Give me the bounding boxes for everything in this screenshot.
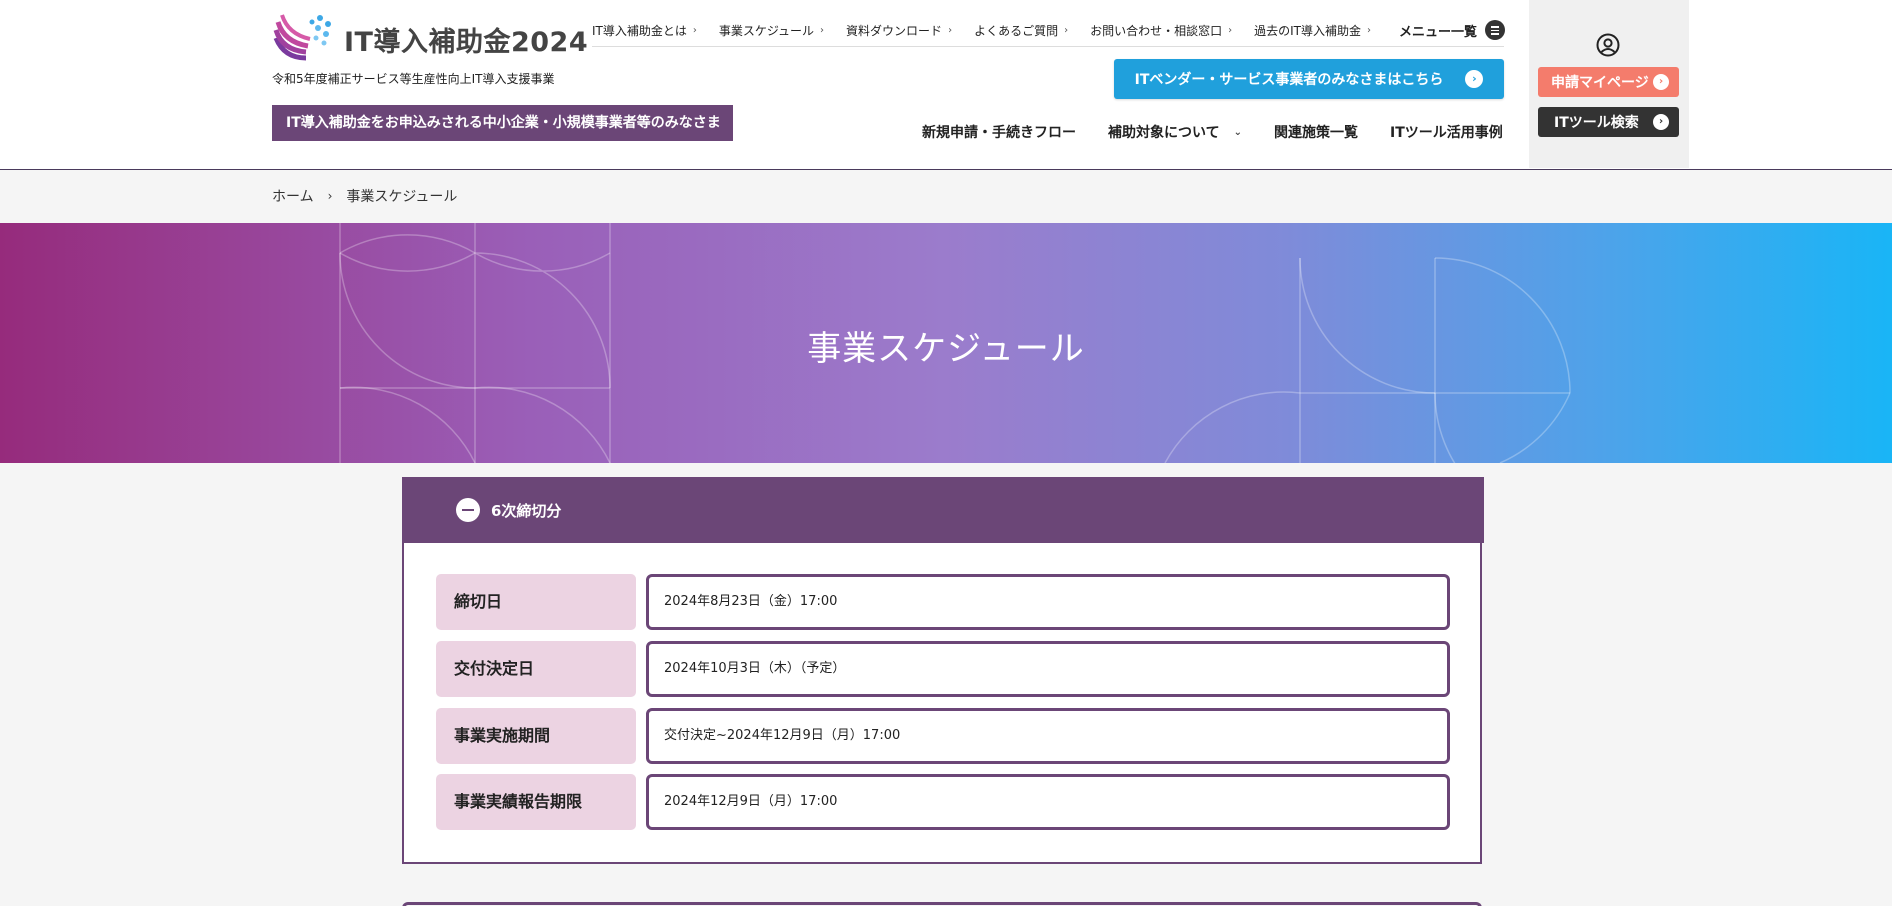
topnav-divider [592,46,1504,47]
schedule-row: 事業実績報告期限 2024年12月9日（月）17:00 [436,774,1452,830]
chevron-right-icon: › [327,189,333,203]
chevron-down-icon: ⌄ [1233,126,1242,138]
hero-banner: 事業スケジュール [0,223,1892,463]
mainnav-label: 関連施策一覧 [1273,125,1358,141]
arrow-right-icon: › [1653,114,1669,130]
topnav-item-faq[interactable]: よくあるご質問 › [974,22,1068,39]
site-subtitle: 令和5年度補正サービス等生産性向上IT導入支援事業 [272,72,555,86]
chevron-right-icon: › [692,24,697,36]
collapse-minus-icon [456,498,480,522]
chevron-right-icon: › [1064,24,1069,36]
tool-search-button[interactable]: ITツール検索 › [1538,107,1679,137]
menu-all-button[interactable]: メニュー一覧 [1399,20,1505,40]
site-header: IT導入補助金2024 令和5年度補正サービス等生産性向上IT導入支援事業 IT… [0,0,1892,170]
vendor-button[interactable]: ITベンダー・サービス事業者のみなさまはこちら › [1114,59,1504,99]
schedule-row: 事業実施期間 交付決定~2024年12月9日（月）17:00 [436,708,1452,764]
schedule-row-value: 交付決定~2024年12月9日（月）17:00 [646,708,1450,764]
schedule-row-value: 2024年12月9日（月）17:00 [646,774,1450,830]
logo-globe-icon [273,14,331,61]
schedule-row-value: 2024年8月23日（金）17:00 [646,574,1450,630]
breadcrumb-current: 事業スケジュール [346,189,458,205]
schedule-row: 締切日 2024年8月23日（金）17:00 [436,574,1452,630]
user-account-icon[interactable] [1596,33,1620,57]
mainnav-item-related-policies[interactable]: 関連施策一覧 [1274,122,1358,142]
schedule-card: 6次締切分 締切日 2024年8月23日（金）17:00 交付決定日 2024年… [402,477,1484,864]
tool-search-label: ITツール検索 [1554,115,1639,131]
topnav-item-past[interactable]: 過去のIT導入補助金 › [1254,22,1371,39]
schedule-accordion-toggle[interactable]: 6次締切分 [404,477,1484,543]
chevron-right-icon: › [948,24,953,36]
breadcrumb: ホーム › 事業スケジュール [272,186,457,206]
breadcrumb-home[interactable]: ホーム [272,186,314,206]
topnav-item-about[interactable]: IT導入補助金とは › [592,22,697,39]
topnav-label: よくあるご質問 [974,23,1059,38]
site-logo[interactable]: IT導入補助金2024 [272,8,588,64]
vendor-button-label: ITベンダー・サービス事業者のみなさまはこちら [1134,72,1444,88]
menu-all-label: メニュー一覧 [1398,24,1477,40]
mainnav-label: 新規申請・手続きフロー [922,125,1076,141]
topnav-item-downloads[interactable]: 資料ダウンロード › [846,22,952,39]
schedule-row-key: 締切日 [436,574,636,630]
chevron-right-icon: › [820,24,825,36]
topnav-item-contact[interactable]: お問い合わせ・相談窓口 › [1090,22,1232,39]
main-nav: 新規申請・手続きフロー 補助対象について ⌄ 関連施策一覧 ITツール活用事例 [922,122,1503,142]
chevron-right-icon: › [1228,24,1233,36]
topnav-item-schedule[interactable]: 事業スケジュール › [719,22,824,39]
mypage-label: 申請マイページ [1551,75,1649,91]
arrow-right-icon: › [1653,74,1669,90]
schedule-row-value: 2024年10月3日（木）（予定） [646,641,1450,697]
logo-text: IT導入補助金2024 [344,27,589,58]
schedule-row-key: 交付決定日 [436,641,636,697]
hamburger-icon [1484,20,1505,40]
mainnav-item-case-studies[interactable]: ITツール活用事例 [1390,122,1503,142]
arrow-right-icon: › [1465,70,1484,88]
next-schedule-card [402,902,1482,906]
top-nav: IT導入補助金とは › 事業スケジュール › 資料ダウンロード › よくあるご質問 › … [592,14,1505,46]
mainnav-label: ITツール活用事例 [1389,125,1503,141]
topnav-label: 資料ダウンロード [846,23,943,38]
topnav-label: お問い合わせ・相談窓口 [1090,23,1223,38]
schedule-heading: 6次締切分 [491,501,562,520]
sme-audience-link[interactable]: IT導入補助金をお申込みされる中小企業・小規模事業者等のみなさま [272,105,733,141]
topnav-label: IT導入補助金とは [592,23,687,38]
schedule-row-key: 事業実績報告期限 [436,774,636,830]
schedule-row: 交付決定日 2024年10月3日（木）（予定） [436,641,1452,697]
page-title: 事業スケジュール [807,329,1085,369]
schedule-row-key: 事業実施期間 [436,708,636,764]
mypage-button[interactable]: 申請マイページ › [1538,67,1679,97]
topnav-label: 事業スケジュール [718,23,815,38]
mainnav-item-eligibility[interactable]: 補助対象について ⌄ [1108,122,1242,142]
chevron-right-icon: › [1366,24,1371,36]
mainnav-label: 補助対象について [1108,125,1220,141]
mainnav-item-application-flow[interactable]: 新規申請・手続きフロー [922,122,1076,142]
topnav-label: 過去のIT導入補助金 [1254,23,1361,38]
